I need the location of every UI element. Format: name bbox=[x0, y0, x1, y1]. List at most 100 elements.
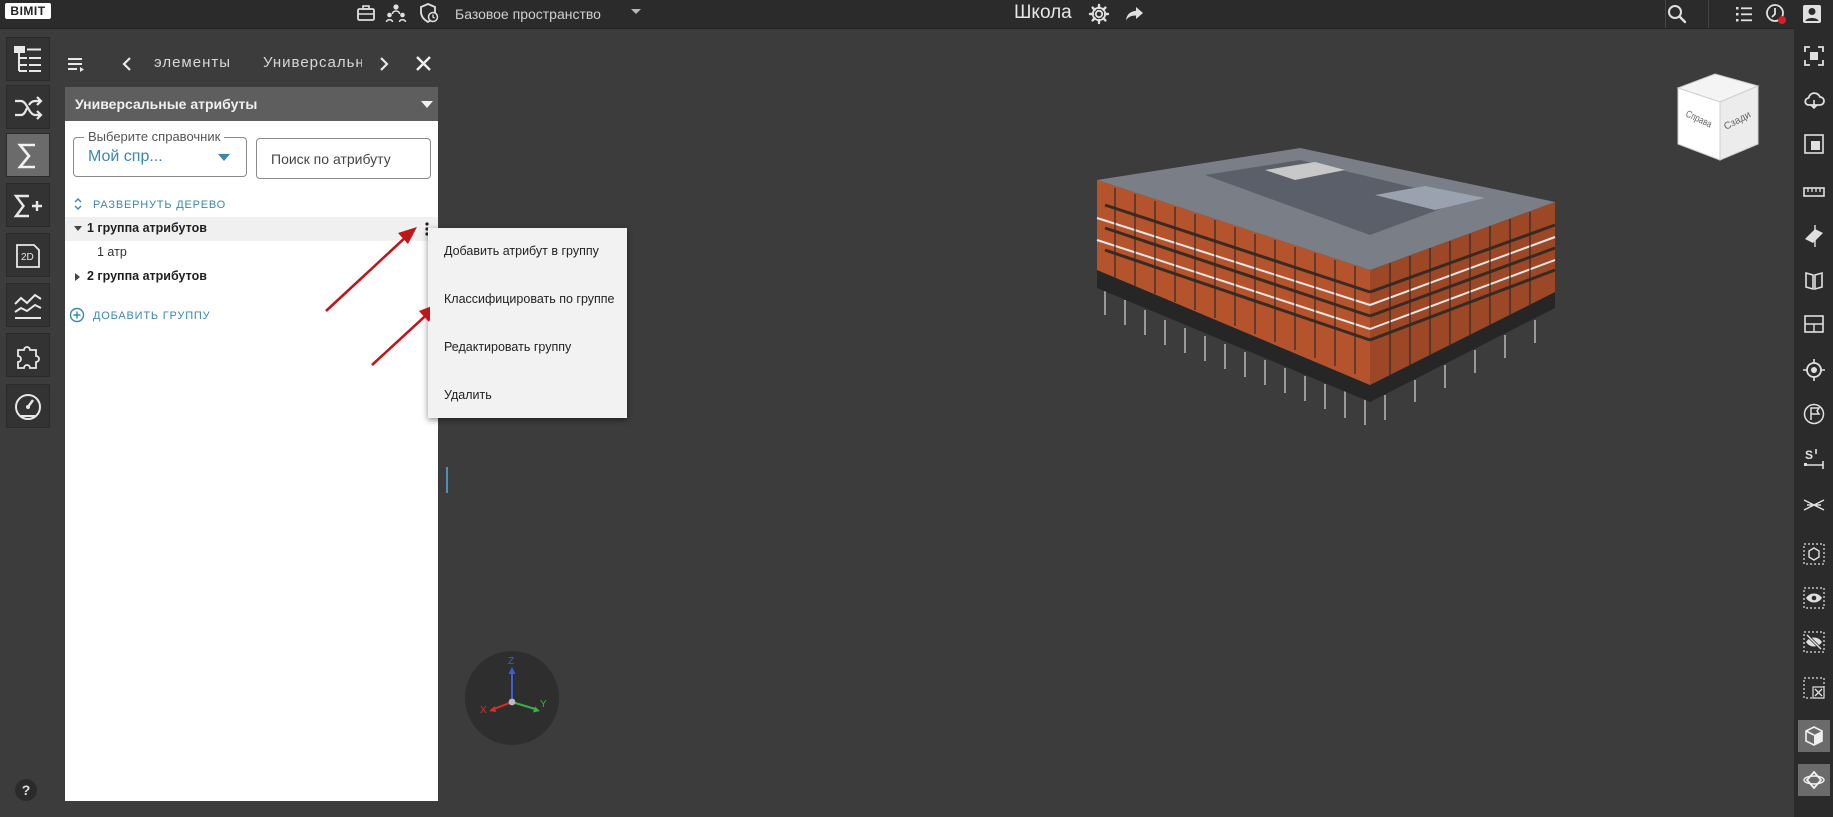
focus-button[interactable] bbox=[1798, 40, 1830, 72]
add-group-button[interactable]: ДОБАВИТЬ ГРУППУ bbox=[69, 307, 269, 325]
share-icon[interactable] bbox=[1123, 3, 1145, 25]
panel-title: Универсальные атрибуты bbox=[75, 96, 258, 112]
tab-elements[interactable]: элементы bbox=[154, 54, 231, 71]
notification-icon[interactable] bbox=[1765, 3, 1787, 25]
chart-lines-icon bbox=[7, 291, 49, 321]
add-group-label: ДОБАВИТЬ ГРУППУ bbox=[93, 310, 211, 322]
rail-plugins[interactable] bbox=[6, 333, 50, 377]
briefcase-icon[interactable] bbox=[355, 2, 377, 24]
attribute-search-input[interactable] bbox=[256, 138, 431, 179]
s-measure-button[interactable]: S bbox=[1798, 442, 1830, 474]
menu-item-edit-group[interactable]: Редактировать группу bbox=[428, 324, 627, 372]
chevron-left-icon[interactable] bbox=[121, 56, 133, 72]
divider bbox=[1708, 0, 1709, 28]
gauge-icon bbox=[7, 392, 49, 422]
chevron-down-icon[interactable] bbox=[630, 8, 642, 16]
rail-sigma[interactable] bbox=[6, 133, 50, 177]
add-circle-icon bbox=[69, 307, 85, 323]
chevron-down-icon[interactable] bbox=[421, 101, 433, 108]
layout-button[interactable] bbox=[1798, 308, 1830, 340]
s-measure-icon: S bbox=[1798, 447, 1830, 469]
crossed-lines-icon bbox=[1798, 494, 1830, 516]
flag-icon bbox=[1798, 403, 1830, 425]
expand-arrows-icon bbox=[74, 197, 82, 211]
rail-shuffle[interactable] bbox=[6, 85, 50, 129]
show-button[interactable] bbox=[1798, 582, 1830, 614]
svg-text:2D: 2D bbox=[21, 252, 34, 263]
puzzle-icon bbox=[7, 341, 49, 371]
rail-dashboard[interactable] bbox=[6, 384, 50, 428]
menu-item-add-attribute[interactable]: Добавить атрибут в группу bbox=[428, 228, 627, 276]
space-selector[interactable]: Базовое пространство bbox=[455, 4, 655, 24]
orbit-button[interactable] bbox=[1798, 764, 1830, 796]
menu-item-delete[interactable]: Удалить bbox=[428, 372, 627, 420]
solid-view-button[interactable] bbox=[1798, 720, 1830, 752]
cube-select-button[interactable] bbox=[1798, 538, 1830, 570]
cloud-icon bbox=[1798, 89, 1830, 111]
caret-down-icon[interactable] bbox=[74, 226, 82, 232]
rail-sigma-plus[interactable] bbox=[6, 183, 50, 227]
gear-icon[interactable] bbox=[1088, 3, 1110, 25]
rail-2d-sheets[interactable]: 2D bbox=[6, 233, 50, 277]
shuffle-icon bbox=[7, 93, 49, 123]
cloud-button[interactable] bbox=[1798, 84, 1830, 116]
axis-gizmo[interactable]: Z Y X bbox=[465, 651, 559, 745]
plane-cut-button[interactable] bbox=[1798, 220, 1830, 252]
group-context-menu: Добавить атрибут в группу Классифицирова… bbox=[428, 228, 627, 418]
caret-right-icon[interactable] bbox=[75, 273, 81, 281]
crossed-lines-button[interactable] bbox=[1798, 489, 1830, 521]
app-logo: BIMIT bbox=[5, 3, 51, 19]
tab-universal-attributes[interactable]: Универсальн bbox=[263, 54, 362, 71]
account-icon[interactable] bbox=[1801, 3, 1823, 25]
menu-item-label: Классифицировать по группе bbox=[444, 292, 615, 306]
rail-model-tree[interactable] bbox=[6, 37, 50, 81]
close-icon[interactable] bbox=[415, 55, 432, 72]
expand-tree-button[interactable]: РАЗВЕРНУТЬ ДЕРЕВО bbox=[65, 197, 265, 213]
users-hierarchy-icon[interactable] bbox=[385, 2, 407, 24]
view-cube[interactable]: Справа Сзади bbox=[1675, 72, 1761, 164]
eye-off-icon bbox=[1798, 631, 1830, 653]
shield-clock-icon[interactable] bbox=[418, 2, 440, 24]
book-icon bbox=[1798, 269, 1830, 291]
chevron-right-icon[interactable] bbox=[378, 56, 390, 72]
panel-menu-icon[interactable] bbox=[68, 56, 86, 72]
rail-charts[interactable] bbox=[6, 283, 50, 327]
section-box-icon bbox=[1798, 133, 1830, 155]
box-close-icon bbox=[1798, 677, 1830, 699]
expand-tree-label: РАЗВЕРНУТЬ ДЕРЕВО bbox=[93, 199, 226, 211]
reference-select[interactable]: Выберите справочник Мой спр... bbox=[73, 129, 247, 177]
tree-group-label: 1 группа атрибутов bbox=[87, 221, 207, 235]
section-box-button[interactable] bbox=[1798, 128, 1830, 160]
plane-cut-icon bbox=[1798, 225, 1830, 247]
target-button[interactable] bbox=[1798, 354, 1830, 386]
book-button[interactable] bbox=[1798, 264, 1830, 296]
flag-button[interactable] bbox=[1798, 398, 1830, 430]
ruler-button[interactable] bbox=[1798, 176, 1830, 208]
help-button[interactable]: ? bbox=[15, 779, 37, 801]
hide-button[interactable] bbox=[1798, 626, 1830, 658]
reference-select-label: Выберите справочник bbox=[84, 129, 225, 144]
document-title: Школа bbox=[1014, 2, 1072, 23]
menu-item-classify-by-group[interactable]: Классифицировать по группе bbox=[428, 276, 627, 324]
panel-body: Выберите справочник Мой спр... РАЗВЕРНУТ… bbox=[65, 121, 438, 801]
axis-z-label: Z bbox=[508, 656, 514, 667]
2d-sheet-icon: 2D bbox=[7, 241, 49, 271]
clear-selection-button[interactable] bbox=[1798, 672, 1830, 704]
menu-item-label: Добавить атрибут в группу bbox=[444, 244, 599, 258]
sigma-icon bbox=[7, 141, 49, 171]
menu-item-label: Редактировать группу bbox=[444, 340, 572, 354]
panel-header[interactable]: Универсальные атрибуты bbox=[65, 87, 438, 121]
axis-y-label: Y bbox=[540, 699, 547, 710]
building-3d-model[interactable] bbox=[1085, 140, 1625, 440]
sigma-plus-icon bbox=[7, 191, 49, 221]
list-icon[interactable] bbox=[1733, 3, 1755, 25]
axis-x-label: X bbox=[480, 705, 487, 716]
tree-structure-icon bbox=[7, 45, 49, 75]
chevron-down-icon bbox=[218, 154, 230, 161]
annotation-arrows bbox=[325, 227, 430, 366]
svg-text:S: S bbox=[1805, 448, 1813, 462]
panel-resize-handle[interactable] bbox=[446, 467, 448, 493]
focus-icon bbox=[1798, 45, 1830, 67]
orbit-icon bbox=[1798, 769, 1830, 791]
search-icon[interactable] bbox=[1666, 3, 1688, 25]
